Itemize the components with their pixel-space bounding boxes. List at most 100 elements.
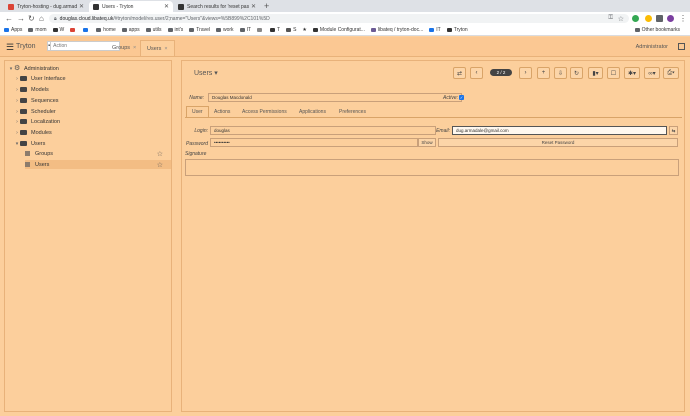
bookmark-t[interactable]: T: [270, 27, 280, 33]
tab-divider: [185, 117, 682, 118]
bookmark-blue[interactable]: [83, 28, 90, 32]
menu-dots-icon[interactable]: ⋮: [679, 14, 687, 23]
tab-users[interactable]: Users ×: [140, 40, 175, 56]
other-bookmarks[interactable]: Other bookmarks: [634, 27, 680, 33]
bookmark-work[interactable]: work: [216, 27, 234, 33]
tab-preferences[interactable]: Preferences: [334, 106, 371, 117]
tree-item-models[interactable]: › Models: [14, 85, 49, 94]
back-icon[interactable]: ←: [5, 14, 13, 23]
tree-item-user-interface[interactable]: › User Interface: [14, 74, 65, 83]
email-field[interactable]: dug.armadale@gmail.com: [452, 126, 667, 135]
preferences-icon[interactable]: [678, 43, 685, 50]
reload-icon[interactable]: ↻: [28, 14, 35, 23]
new-record-button[interactable]: +: [537, 67, 550, 79]
tree-item-modules[interactable]: › Modules: [14, 128, 52, 137]
switch-view-button[interactable]: ⇄: [453, 67, 466, 79]
next-record-button[interactable]: ›: [519, 67, 532, 79]
relate-button[interactable]: ∞▾: [644, 67, 660, 79]
bookmark-apps-folder[interactable]: apps: [121, 27, 140, 33]
print-button[interactable]: ⎙▾: [663, 67, 679, 79]
tab-groups[interactable]: Groups ×: [106, 40, 142, 56]
form-title[interactable]: Users ▾: [194, 69, 218, 77]
reload-button[interactable]: ↻: [570, 67, 583, 79]
bookmark-s[interactable]: S: [286, 27, 296, 33]
password-label: Password: [186, 141, 208, 147]
bookmark-m[interactable]: [70, 28, 77, 32]
attachment-button[interactable]: ▮▾: [588, 67, 603, 79]
previous-record-button[interactable]: ‹: [470, 67, 483, 79]
bookmark-ints[interactable]: int's: [167, 27, 184, 33]
tree-item-scheduler[interactable]: › Scheduler: [14, 107, 56, 116]
bookmark-module-config[interactable]: Module Configurat...: [312, 27, 365, 33]
user-name[interactable]: Administrator: [636, 44, 668, 50]
bookmark-label: Apps: [11, 27, 23, 33]
save-button[interactable]: ⇩: [554, 67, 567, 79]
tab-user[interactable]: User: [186, 106, 209, 117]
bookmark-star-icon[interactable]: ☆: [618, 15, 624, 23]
action-button[interactable]: ✱▾: [624, 67, 640, 79]
name-field[interactable]: Douglas Macdonald: [208, 93, 462, 102]
close-icon[interactable]: ✕: [164, 3, 169, 10]
login-field[interactable]: douglas: [210, 126, 436, 135]
close-icon[interactable]: ×: [164, 46, 167, 52]
signature-textarea[interactable]: [185, 159, 679, 176]
browser-tab-gmail[interactable]: Tryton-hosting - dug.armada... ✕: [4, 1, 88, 12]
extension-shield-icon[interactable]: [632, 15, 639, 22]
show-password-button[interactable]: Show: [418, 138, 436, 147]
tree-item-localization[interactable]: › Localization: [14, 117, 60, 126]
close-icon[interactable]: ✕: [251, 3, 256, 10]
key-icon[interactable]: ⚿: [608, 15, 613, 22]
tree-item-users[interactable]: ▾ Users: [14, 139, 46, 148]
bookmark-utils[interactable]: utils: [145, 27, 162, 33]
folder-icon: [20, 130, 27, 135]
new-tab-icon[interactable]: +: [264, 1, 269, 11]
bookmark-home[interactable]: home: [96, 27, 116, 33]
tab-actions[interactable]: Actions: [209, 106, 235, 117]
tab-access-permissions[interactable]: Access Permissions: [237, 106, 292, 117]
menu-toggle-icon[interactable]: ☰: [6, 43, 14, 52]
bookmark-tryton[interactable]: Tryton: [446, 27, 468, 33]
bookmark-mom[interactable]: mom: [28, 27, 47, 33]
tree-item-label: Groups: [35, 150, 54, 157]
bookmark-it-2[interactable]: IT: [429, 27, 441, 33]
docs-icon: [429, 28, 435, 32]
browser-tab-search[interactable]: Search results for 'reset passw... ✕: [174, 1, 260, 12]
bookmark-star[interactable]: ★: [302, 27, 306, 33]
tree-item-sequences[interactable]: › Sequences: [14, 96, 58, 105]
favorite-star-icon[interactable]: ☆: [157, 150, 163, 158]
address-bar[interactable]: 🔒︎ douglas.cloud.libateq.uk /#tryton/mod…: [49, 14, 629, 23]
bookmark-travel[interactable]: Travel: [189, 27, 210, 33]
avatar[interactable]: [667, 15, 674, 22]
folder-icon: [96, 28, 102, 32]
bookmark-apps[interactable]: Apps: [4, 27, 22, 33]
password-field[interactable]: ••••••••••: [210, 138, 418, 147]
browser-tab-title: Users - Tryton: [102, 3, 134, 10]
send-email-icon[interactable]: ⇆: [669, 126, 678, 135]
star-icon: ★: [302, 27, 307, 33]
tree-item-label: Modules: [31, 129, 52, 136]
tree-leaf-groups[interactable]: Groups: [25, 149, 171, 158]
login-value: douglas: [214, 128, 230, 133]
reset-password-button[interactable]: Reset Password: [438, 138, 678, 147]
active-checkbox[interactable]: ✓: [459, 95, 464, 100]
extension-icon[interactable]: [645, 15, 652, 22]
browser-tab-tryton[interactable]: Users - Tryton ✕: [89, 1, 173, 12]
note-button[interactable]: ☐: [607, 67, 620, 79]
bookmark-w[interactable]: W: [52, 27, 64, 33]
bookmark-it[interactable]: IT: [239, 27, 251, 33]
close-icon[interactable]: ✕: [79, 3, 84, 10]
extensions-puzzle-icon[interactable]: [656, 15, 663, 22]
folder-icon: [145, 28, 151, 32]
bookmark-label: int's: [174, 27, 184, 33]
form-title-label: Users: [194, 70, 213, 77]
close-icon[interactable]: ×: [133, 45, 136, 51]
sidebar-menu: ▾ ⚙ Administration › User Interface › Mo…: [4, 60, 172, 412]
tab-applications[interactable]: Applications: [294, 106, 331, 117]
home-icon[interactable]: ⌂: [39, 14, 44, 23]
favorite-star-icon[interactable]: ☆: [157, 161, 163, 169]
tree-leaf-users[interactable]: Users: [25, 160, 171, 169]
bookmark-libateq[interactable]: libateq / tryton-doc...: [370, 27, 423, 33]
bookmark-icon-site[interactable]: [257, 28, 264, 32]
forward-icon[interactable]: →: [17, 14, 25, 23]
tree-item-administration[interactable]: ▾ ⚙ Administration: [8, 64, 59, 73]
